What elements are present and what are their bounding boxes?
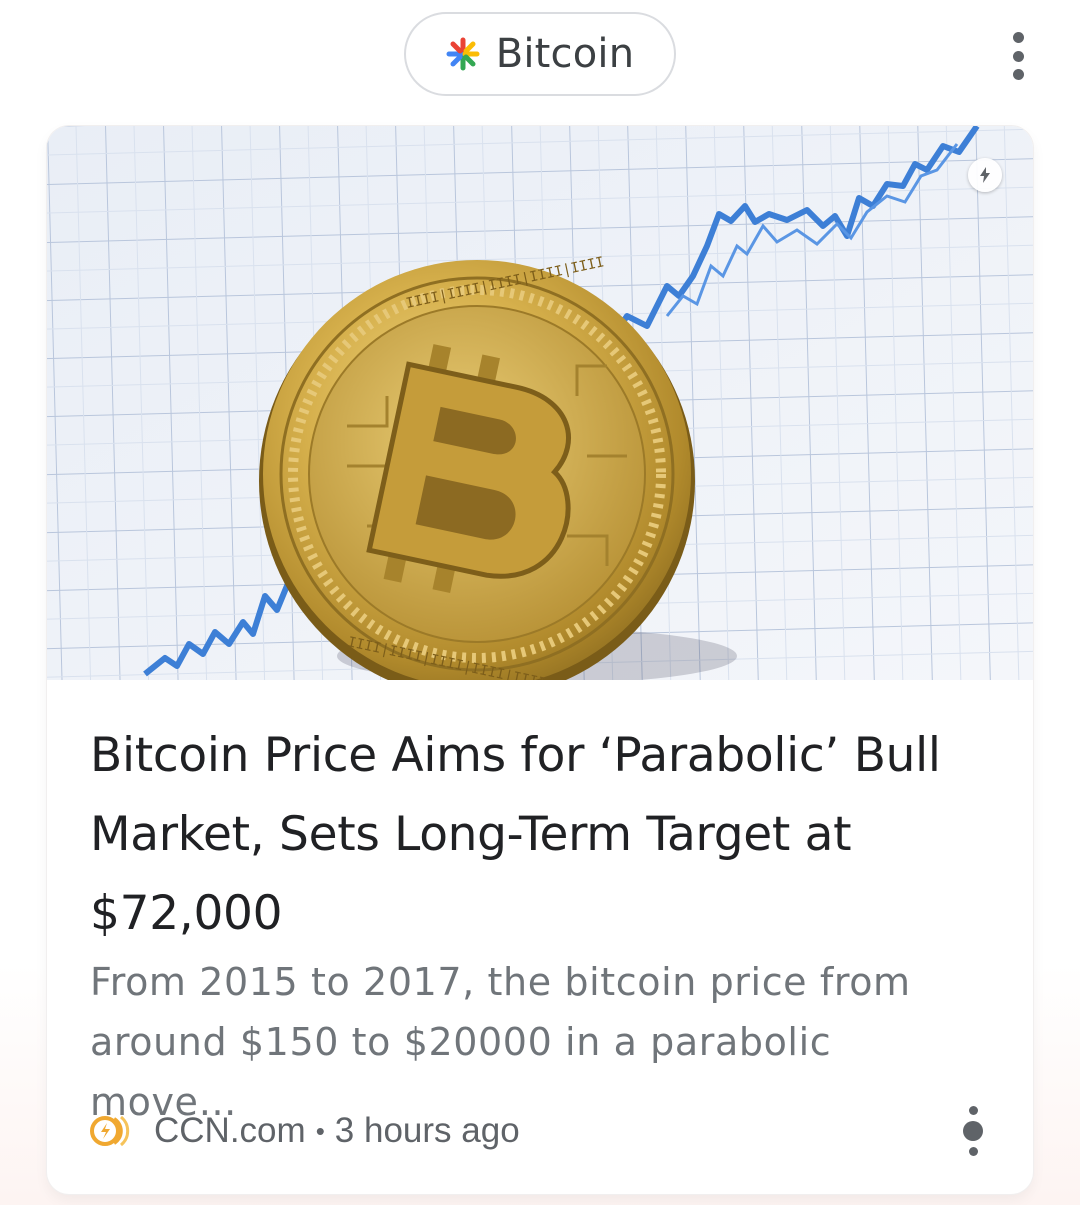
discover-feed: Bitcoin IIII|IIII|IIII|IIII|IIII IIII|II… bbox=[0, 0, 1080, 1205]
more-vert-icon[interactable] bbox=[959, 1106, 987, 1156]
topic-chip-label: Bitcoin bbox=[495, 31, 635, 77]
article-image[interactable]: IIII|IIII|IIII|IIII|IIII IIII|IIII|IIII|… bbox=[47, 126, 1033, 680]
publish-time: 3 hours ago bbox=[334, 1111, 520, 1150]
article-snippet: From 2015 to 2017, the bitcoin price fro… bbox=[90, 960, 911, 1124]
more-vert-icon[interactable] bbox=[1000, 28, 1036, 84]
topic-chip[interactable]: Bitcoin bbox=[404, 12, 676, 96]
meta-separator: • bbox=[315, 1115, 325, 1146]
article-headline[interactable]: Bitcoin Price Aims for ‘Parabolic’ Bull … bbox=[90, 716, 990, 953]
google-spark-icon bbox=[446, 37, 480, 71]
article-meta: CCN.com • 3 hours ago bbox=[90, 1106, 990, 1156]
publisher-name[interactable]: CCN.com bbox=[154, 1111, 306, 1151]
lightning-bolt-icon bbox=[968, 158, 1002, 192]
ccn-logo-icon bbox=[90, 1115, 130, 1147]
news-card[interactable]: IIII|IIII|IIII|IIII|IIII IIII|IIII|IIII|… bbox=[47, 126, 1033, 1194]
